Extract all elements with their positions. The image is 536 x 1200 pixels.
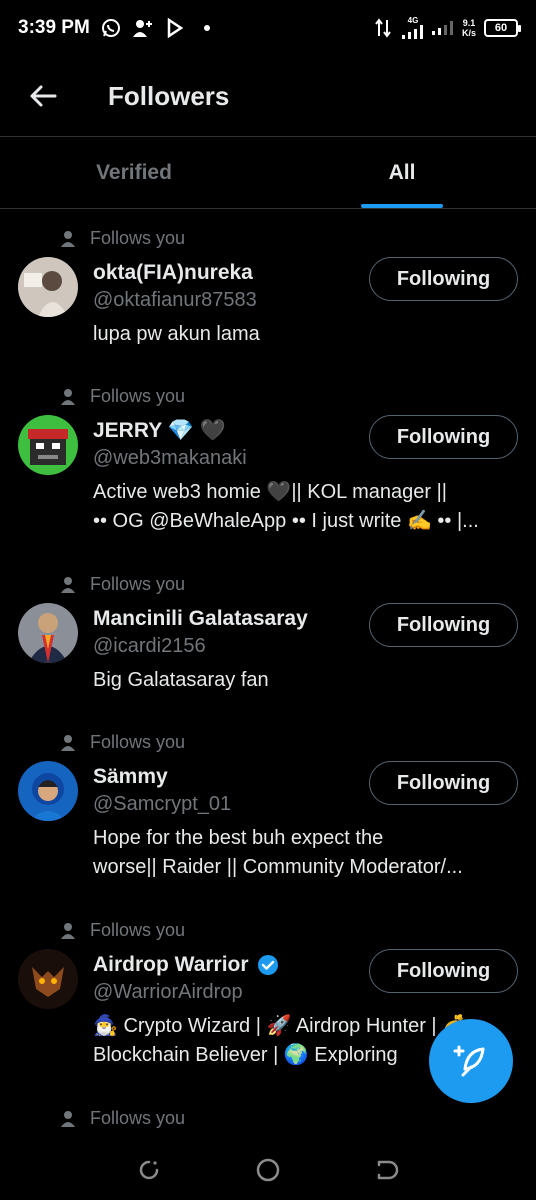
display-name[interactable]: Airdrop Warrior xyxy=(93,953,249,977)
follows-you-line: Follows you xyxy=(60,574,185,595)
display-name[interactable]: Mancinili Galatasaray xyxy=(93,607,308,631)
network-type: 4G xyxy=(407,16,419,25)
bio-line: lupa pw akun lama xyxy=(93,323,260,345)
verified-badge-icon xyxy=(257,955,278,975)
bio: lupa pw akun lama xyxy=(93,320,523,349)
person-icon xyxy=(61,922,75,939)
tab-all-label: All xyxy=(388,160,416,184)
name-line: Airdrop Warrior xyxy=(93,953,279,977)
signal-icon: 4G xyxy=(401,16,424,39)
active-tab-indicator xyxy=(361,204,443,208)
bio: Big Galatasaray fan xyxy=(93,666,523,695)
name-line: Mancinili Galatasaray xyxy=(93,607,308,631)
follows-you-label: Follows you xyxy=(90,386,186,406)
follows-you-line: Follows you xyxy=(60,1108,185,1129)
compose-post-icon xyxy=(453,1045,485,1077)
handle: @WarriorAirdrop xyxy=(93,981,243,1003)
tab-all[interactable]: All xyxy=(268,137,536,208)
person-icon xyxy=(61,576,75,593)
back-button[interactable] xyxy=(18,71,68,121)
following-button[interactable]: Following xyxy=(369,603,518,647)
back-nav-button[interactable] xyxy=(367,1150,407,1190)
handle: @oktafianur87583 xyxy=(93,289,257,311)
net-speed-unit: K/s xyxy=(461,28,476,38)
page-title: Followers xyxy=(108,80,230,111)
battery-icon: 60 xyxy=(484,19,521,37)
following-button[interactable]: Following xyxy=(369,415,518,459)
bio-line: worse|| Raider || Community Moderator/..… xyxy=(93,856,463,878)
follows-you-label: Follows you xyxy=(90,920,186,940)
tab-verified-label: Verified xyxy=(96,160,172,184)
arrow-left-icon xyxy=(30,85,57,107)
follows-you-label: Follows you xyxy=(90,228,186,248)
dot-icon xyxy=(196,17,218,39)
recents-button[interactable] xyxy=(129,1150,169,1190)
display-name[interactable]: Sämmy xyxy=(93,765,168,789)
person-icon xyxy=(61,1110,75,1127)
avatar[interactable] xyxy=(18,257,78,317)
status-bar: 3:39 PM 4G 9.1 K/s 60 xyxy=(0,0,536,56)
list-item[interactable]: Follows you JERRY 💎 🖤 @web3makanaki Acti… xyxy=(0,368,536,556)
home-icon xyxy=(256,1158,280,1182)
name-line: Sämmy xyxy=(93,765,168,789)
signal-icon-2 xyxy=(431,17,454,39)
battery-level: 60 xyxy=(494,22,508,34)
following-button[interactable]: Following xyxy=(369,761,518,805)
bio: Hope for the best buh expect the worse||… xyxy=(93,824,523,882)
net-speed: 9.1 K/s xyxy=(462,18,476,38)
person-icon xyxy=(61,230,75,247)
bilibili-icon xyxy=(164,17,186,39)
whatsapp-icon xyxy=(100,17,122,39)
bio-line: Hope for the best buh expect the xyxy=(93,827,384,849)
handle: @web3makanaki xyxy=(93,447,247,469)
person-icon xyxy=(61,734,75,751)
follows-you-line: Follows you xyxy=(60,732,185,753)
follows-you-label: Follows you xyxy=(90,1108,186,1128)
compose-button[interactable] xyxy=(429,1019,513,1103)
avatar[interactable] xyxy=(18,761,78,821)
avatar[interactable] xyxy=(18,949,78,1009)
follows-you-line: Follows you xyxy=(60,228,185,249)
follows-you-label: Follows you xyxy=(90,732,186,752)
data-transfer-icon xyxy=(372,17,394,39)
handle: @Samcrypt_01 xyxy=(93,793,232,815)
recents-icon xyxy=(140,1160,159,1180)
system-nav-bar xyxy=(0,1140,536,1200)
following-button[interactable]: Following xyxy=(369,949,518,993)
list-item[interactable]: Follows you Mancinili Galatasaray @icard… xyxy=(0,556,536,714)
followers-list: Follows you okta(FIA)nureka @oktafianur8… xyxy=(0,210,536,1150)
display-name[interactable]: okta(FIA)nureka xyxy=(93,261,253,285)
follows-you-label: Follows you xyxy=(90,574,186,594)
tab-verified[interactable]: Verified xyxy=(0,137,268,208)
name-line: okta(FIA)nureka xyxy=(93,261,253,285)
avatar[interactable] xyxy=(18,415,78,475)
follows-you-line: Follows you xyxy=(60,386,185,407)
status-time: 3:39 PM xyxy=(18,17,90,38)
back-icon xyxy=(377,1160,398,1180)
list-item[interactable]: Follows you okta(FIA)nureka @oktafianur8… xyxy=(0,210,536,368)
following-button[interactable]: Following xyxy=(369,257,518,301)
bio-line: •• OG @BeWhaleApp •• I just write ✍️ •• … xyxy=(93,510,479,532)
person-add-icon xyxy=(132,17,154,39)
bio-line: Active web3 homie 🖤|| KOL manager || xyxy=(93,481,447,503)
bio-line: Big Galatasaray fan xyxy=(93,669,269,691)
net-speed-value: 9.1 xyxy=(462,18,476,28)
avatar[interactable] xyxy=(18,603,78,663)
app-header: Followers xyxy=(0,56,536,136)
list-item[interactable]: Follows you Sämmy @Samcrypt_01 Hope for … xyxy=(0,714,536,902)
home-button[interactable] xyxy=(248,1150,288,1190)
handle: @icardi2156 xyxy=(93,635,206,657)
follows-you-line: Follows you xyxy=(60,920,185,941)
display-name[interactable]: JERRY 💎 🖤 xyxy=(93,419,226,443)
bio: Active web3 homie 🖤|| KOL manager || •• … xyxy=(93,478,523,536)
name-line: JERRY 💎 🖤 xyxy=(93,419,226,443)
tab-bar: Verified All xyxy=(0,136,536,209)
person-icon xyxy=(61,388,75,405)
